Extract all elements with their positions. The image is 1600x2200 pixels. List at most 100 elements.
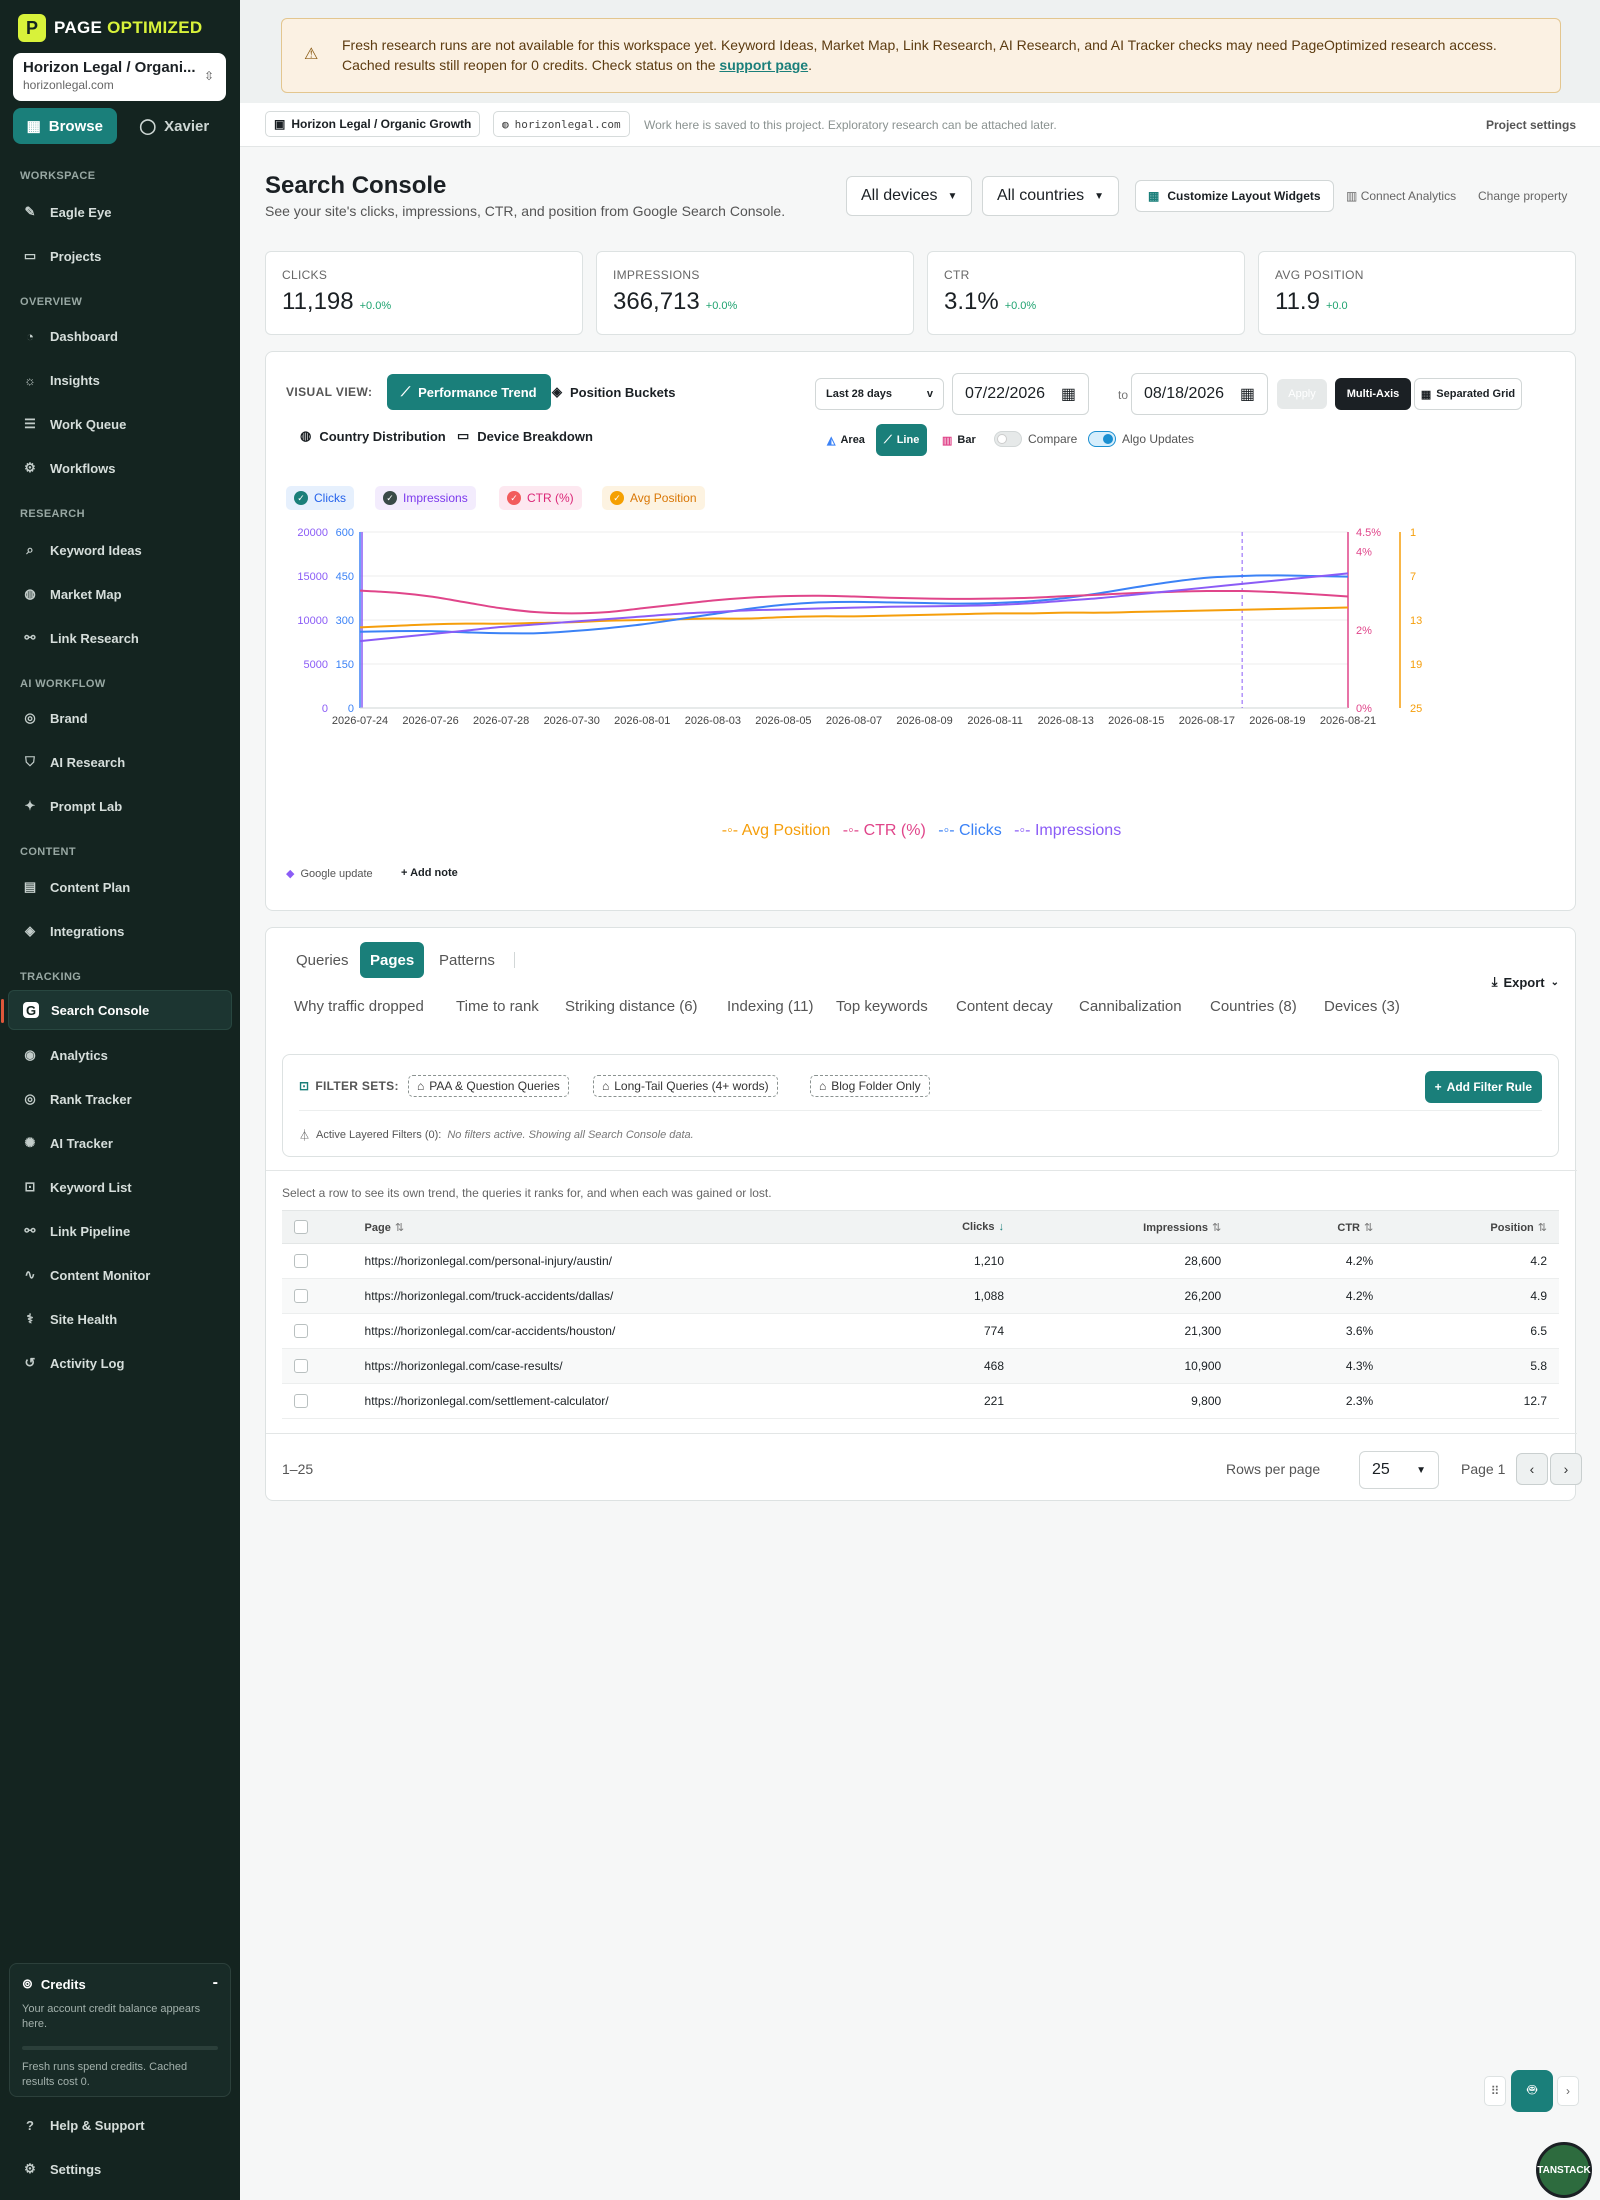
connect-analytics-link[interactable]: ▥ Connect Analytics [1346,189,1456,203]
sidebar-item-search-console[interactable]: G Search Console [1,990,232,1030]
subtab-top-keywords[interactable]: Top keywords [836,998,928,1015]
sidebar-item-help[interactable]: ? Help & Support [8,2105,232,2145]
legend-item-clicks[interactable]: -◦- Clicks [938,822,1001,839]
view-country-distribution[interactable]: ◍ Country Distribution [286,418,460,454]
sidebar-item-content-plan[interactable]: ▤ Content Plan [8,867,232,907]
select-all-checkbox[interactable] [294,1220,308,1234]
multi-axis-button[interactable]: Multi-Axis [1335,378,1411,410]
chart-type-area[interactable]: ◭ Area [819,424,873,456]
filter-set-chip[interactable]: ⌂ PAA & Question Queries [408,1075,569,1097]
sidebar-item-workflows[interactable]: ⚙ Workflows [8,448,232,488]
table-row[interactable]: https://horizonlegal.com/truck-accidents… [282,1278,1559,1314]
subtab-cannibalization[interactable]: Cannibalization [1079,998,1182,1015]
brand-logo[interactable]: P PAGE OPTIMIZED [18,14,202,42]
project-settings-link[interactable]: Project settings [1486,118,1576,132]
sidebar-item-keyword-ideas[interactable]: ⌕ Keyword Ideas [8,530,232,570]
subtab-striking-distance[interactable]: Striking distance (6) [565,998,698,1015]
compare-toggle[interactable] [994,431,1022,447]
separated-grid-button[interactable]: ▦ Separated Grid [1414,378,1522,410]
sidebar-item-settings[interactable]: ⚙ Settings [8,2149,232,2189]
workspace-selector[interactable]: Horizon Legal / Organi... horizonlegal.c… [13,53,226,101]
table-row[interactable]: https://horizonlegal.com/settlement-calc… [282,1383,1559,1419]
algo-updates-toggle[interactable] [1088,431,1116,447]
legend-item-impressions[interactable]: -◦- Impressions [1014,822,1121,839]
subtab-time-to-rank[interactable]: Time to rank [456,998,539,1015]
subtab-indexing[interactable]: Indexing (11) [727,998,813,1015]
sidebar-item-keyword-list[interactable]: ⊡ Keyword List [8,1167,232,1207]
table-row[interactable]: https://horizonlegal.com/case-results/ 4… [282,1348,1559,1384]
sidebar-item-rank-tracker[interactable]: ◎ Rank Tracker [8,1079,232,1119]
series-toggle-impressions[interactable]: ✓ Impressions [375,486,476,510]
row-checkbox[interactable] [294,1289,308,1304]
drag-handle-icon[interactable]: ⠿ [1484,2076,1506,2106]
sidebar-item-activity-log[interactable]: ↺ Activity Log [8,1343,232,1383]
subtab-content-decay[interactable]: Content decay [956,998,1053,1015]
support-page-link[interactable]: support page [719,57,808,73]
sidebar-item-dashboard[interactable]: ◔ Dashboard [8,316,232,356]
table-row[interactable]: https://horizonlegal.com/personal-injury… [282,1243,1559,1279]
sidebar-item-content-monitor[interactable]: ∿ Content Monitor [8,1255,232,1295]
column-header-impressions[interactable]: Impressions ⇅ [1016,1210,1234,1244]
devices-dropdown[interactable]: All devices ▼ [846,176,973,216]
add-note-button[interactable]: + Add note [401,867,458,879]
end-date-input[interactable]: 08/18/2026 ▦ [1131,373,1268,415]
table-row[interactable]: https://horizonlegal.com/car-accidents/h… [282,1313,1559,1349]
export-button[interactable]: ⤓ Export ⌄ [1492,974,1559,990]
tab-pages[interactable]: Pages [360,942,425,978]
countries-dropdown[interactable]: All countries ▼ [982,176,1120,216]
series-toggle-position[interactable]: ✓ Avg Position [602,486,705,510]
series-toggle-clicks[interactable]: ✓ Clicks [286,486,354,510]
sidebar-item-eagle-eye[interactable]: ✎ Eagle Eye [8,192,232,232]
credits-collapse-button[interactable]: - [213,1974,218,1992]
sidebar-item-prompt-lab[interactable]: ✦ Prompt Lab [8,786,232,826]
tab-queries[interactable]: Queries [286,942,359,978]
column-header-position[interactable]: Position ⇅ [1385,1210,1559,1244]
mode-tab-xavier[interactable]: ◯ Xavier [123,108,227,144]
project-chip[interactable]: ▣ Horizon Legal / Organic Growth [265,111,481,137]
subtab-devices[interactable]: Devices (3) [1324,998,1400,1015]
view-device-breakdown[interactable]: ▭ Device Breakdown [443,418,607,454]
sidebar-item-insights[interactable]: ☼ Insights [8,360,232,400]
row-checkbox[interactable] [294,1254,308,1269]
legend-item-ctr[interactable]: -◦- CTR (%) [843,822,926,839]
sidebar-item-link-research[interactable]: ⚯ Link Research [8,618,232,658]
row-checkbox[interactable] [294,1359,308,1374]
subtab-why-traffic-dropped[interactable]: Why traffic dropped [294,998,424,1015]
sidebar-item-integrations[interactable]: ◈ Integrations [8,911,232,951]
filter-set-chip[interactable]: ⌂ Long-Tail Queries (4+ words) [593,1075,778,1097]
row-checkbox[interactable] [294,1324,308,1339]
legend-item-position[interactable]: -◦- Avg Position [722,822,831,839]
mode-tab-browse[interactable]: ▦ Browse [13,108,117,144]
view-position-buckets[interactable]: ◈ Position Buckets [538,374,689,410]
customize-layout-button[interactable]: ▦ Customize Layout Widgets [1135,180,1334,212]
sidebar-item-ai-tracker[interactable]: ✺ AI Tracker [8,1123,232,1163]
assistant-bot-button[interactable]: 🤖︎ [1511,2070,1553,2112]
chart-type-bar[interactable]: ▥ Bar [934,424,984,456]
chart-type-line[interactable]: ⟋ Line [876,424,928,456]
tab-patterns[interactable]: Patterns [429,942,505,978]
subtab-countries[interactable]: Countries (8) [1210,998,1297,1015]
series-toggle-ctr[interactable]: ✓ CTR (%) [499,486,582,510]
change-property-link[interactable]: Change property [1478,189,1567,203]
rows-per-page-select[interactable]: 25 ▼ [1359,1451,1439,1489]
row-checkbox[interactable] [294,1394,308,1409]
sidebar-item-market-map[interactable]: ◍ Market Map [8,574,232,614]
start-date-input[interactable]: 07/22/2026 ▦ [952,373,1089,415]
sidebar-item-site-health[interactable]: ⚕ Site Health [8,1299,232,1339]
column-header-clicks[interactable]: Clicks ↓ [907,1210,1017,1244]
view-performance-trend[interactable]: ⟋ Performance Trend [387,374,551,410]
sidebar-item-analytics[interactable]: ◉ Analytics [8,1035,232,1075]
column-header-page[interactable]: Page ⇅ [364,1210,908,1244]
column-header-ctr[interactable]: CTR ⇅ [1233,1210,1386,1244]
sidebar-item-work-queue[interactable]: ☰ Work Queue [8,404,232,444]
next-page-button[interactable]: › [1550,1453,1582,1485]
chevron-right-icon[interactable]: › [1557,2076,1579,2106]
sidebar-item-brand[interactable]: ◎ Brand [8,698,232,738]
sidebar-item-ai-research[interactable]: ⛉ AI Research [8,742,232,782]
date-range-select[interactable]: Last 28 days v [815,378,944,410]
tanstack-badge[interactable]: TANSTACK [1536,2142,1592,2198]
apply-button[interactable]: Apply [1277,379,1327,409]
add-filter-rule-button[interactable]: + Add Filter Rule [1424,1071,1542,1103]
filter-set-chip[interactable]: ⌂ Blog Folder Only [810,1075,930,1097]
domain-chip[interactable]: ◍ horizonlegal.com [493,111,630,137]
